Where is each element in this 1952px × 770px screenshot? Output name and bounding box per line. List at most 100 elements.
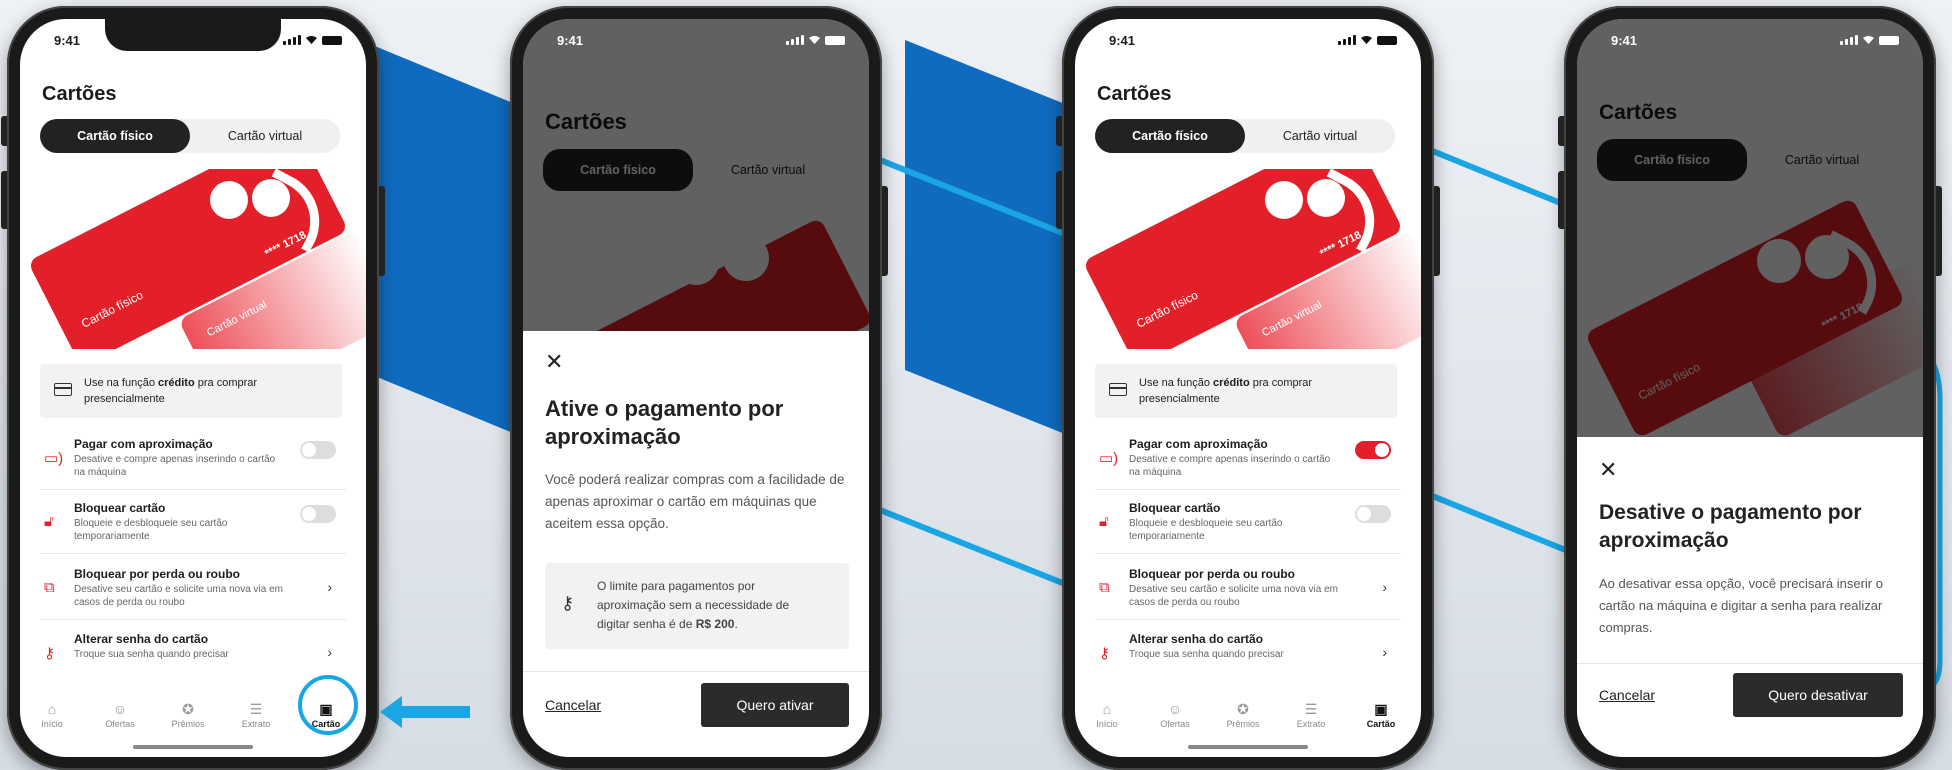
nav-offers[interactable]: ☺ Ofertas	[1145, 699, 1205, 729]
statement-icon: ☰	[1304, 701, 1318, 717]
activate-button[interactable]: Quero ativar	[701, 683, 849, 727]
status-bar: 9:41	[1577, 33, 1923, 53]
info-banner: Use na função crédito pra comprar presen…	[1095, 364, 1397, 418]
status-bar: 9:41	[1075, 33, 1421, 53]
contactless-toggle[interactable]	[300, 441, 336, 459]
tab-physical-card[interactable]: Cartão físico	[40, 119, 190, 153]
limit-text-end: .	[734, 617, 738, 631]
row-subtitle: Desative e compre apenas inserindo o car…	[1129, 454, 1331, 478]
status-time: 9:41	[1611, 33, 1638, 48]
row-change-password[interactable]: ⚷ Alterar senha do cartão Troque sua senha…	[40, 626, 346, 684]
status-time: 9:41	[1109, 33, 1136, 48]
divider	[1577, 663, 1923, 664]
highlight-ring	[298, 675, 358, 735]
row-subtitle: Desative seu cartão e solicite uma nova …	[74, 584, 283, 608]
nav-statement[interactable]: ☰ Extrato	[1281, 699, 1341, 729]
wifi-icon	[1361, 36, 1372, 44]
nav-label: Início	[41, 719, 63, 729]
close-icon[interactable]: ✕	[545, 349, 563, 375]
signal-icon	[1840, 35, 1858, 45]
row-change-password[interactable]: ⚷ Alterar senha do cartão Troque sua senha…	[1095, 626, 1401, 684]
row-block-card[interactable]: 🔓︎ Bloquear cartão Bloqueie e desbloqueie …	[1095, 495, 1401, 554]
side-button	[1056, 116, 1062, 146]
offers-icon: ☺	[1167, 701, 1183, 717]
nav-rewards[interactable]: ✪ Prêmios	[1213, 699, 1273, 729]
status-bar: 9:41	[523, 33, 869, 53]
cards-icon: ⧉	[44, 579, 55, 596]
block-toggle[interactable]	[1355, 505, 1391, 523]
cancel-button[interactable]: Cancelar	[1599, 687, 1655, 703]
info-text: Use na função	[84, 377, 158, 389]
phone-4: 9:41 Cartões Cartão físico Cartão virtua…	[1558, 6, 1942, 770]
sheet-body: Você poderá realizar compras com a facil…	[545, 472, 845, 531]
battery-icon	[825, 35, 845, 45]
nav-label: Ofertas	[1160, 719, 1190, 729]
key-icon: ⚷	[561, 593, 575, 613]
nav-home[interactable]: ⌂ Início	[22, 699, 82, 729]
contactless-icon: ▭)	[1099, 450, 1119, 467]
phone-2: 9:41 Cartões Cartão físico Cartão virtua…	[510, 6, 888, 770]
virtual-card-label: Cartão virtual	[1260, 298, 1324, 340]
side-button	[882, 186, 888, 276]
side-button	[1434, 186, 1440, 276]
virtual-card-label: Cartão virtual	[205, 298, 269, 340]
rewards-icon: ✪	[182, 701, 194, 717]
home-indicator	[133, 745, 253, 749]
cancel-button[interactable]: Cancelar	[545, 697, 601, 713]
nav-home[interactable]: ⌂ Início	[1077, 699, 1137, 729]
logo-circle	[210, 181, 248, 219]
row-lost-stolen[interactable]: ⧉ Bloquear por perda ou roubo Desative seu…	[40, 561, 346, 620]
offers-icon: ☺	[112, 701, 128, 717]
info-bold: crédito	[1213, 377, 1250, 389]
row-title: Alterar senha do cartão	[1129, 632, 1264, 646]
home-indicator	[1188, 745, 1308, 749]
tab-virtual-card[interactable]: Cartão virtual	[190, 119, 340, 153]
row-contactless[interactable]: ▭) Pagar com aproximação Desative e compre…	[1095, 431, 1401, 490]
side-button	[1, 116, 7, 146]
deactivate-sheet: ✕ Desative o pagamento por aproximação A…	[1577, 437, 1923, 757]
info-banner: Use na função crédito pra comprar presen…	[40, 364, 342, 418]
nav-offers[interactable]: ☺ Ofertas	[90, 699, 150, 729]
row-lost-stolen[interactable]: ⧉ Bloquear por perda ou roubo Desative seu…	[1095, 561, 1401, 620]
block-toggle[interactable]	[300, 505, 336, 523]
row-subtitle: Bloqueie e desbloqueie seu cartão tempor…	[1129, 518, 1283, 542]
wifi-icon	[306, 36, 317, 44]
nav-statement[interactable]: ☰ Extrato	[226, 699, 286, 729]
info-bold: crédito	[158, 377, 195, 389]
physical-card-label: Cartão físico	[1133, 287, 1201, 331]
phone-1: 9:41 Cartões Cartão físico Cartão virtua…	[1, 6, 385, 770]
nav-label: Cartão	[1366, 719, 1396, 729]
side-button	[1936, 186, 1942, 276]
side-button	[1, 171, 7, 229]
notch	[105, 19, 281, 51]
nav-label: Prêmios	[171, 719, 205, 729]
tab-virtual-card[interactable]: Cartão virtual	[1245, 119, 1395, 153]
deactivate-button[interactable]: Quero desativar	[1733, 673, 1903, 717]
tab-physical-card[interactable]: Cartão físico	[1095, 119, 1245, 153]
rewards-icon: ✪	[1237, 701, 1249, 717]
row-subtitle: Bloqueie e desbloqueie seu cartão tempor…	[74, 518, 228, 542]
close-icon[interactable]: ✕	[1599, 457, 1617, 483]
nav-rewards[interactable]: ✪ Prêmios	[158, 699, 218, 729]
pointer-arrow-icon	[380, 696, 470, 728]
card-nav-icon: ▣	[1374, 701, 1388, 717]
row-title: Bloquear cartão	[74, 501, 166, 515]
row-contactless[interactable]: ▭) Pagar com aproximação Desative e compre…	[40, 431, 346, 490]
card-type-tabs: Cartão físico Cartão virtual	[40, 119, 340, 153]
sheet-title: Desative o pagamento por aproximação	[1599, 501, 1862, 552]
limit-text: O limite para pagamentos por aproximação…	[597, 579, 790, 631]
card-illustration: Cartão virtual Cartão físico**** 1718	[20, 169, 366, 349]
nav-card[interactable]: ▣ Cartão	[1351, 699, 1411, 729]
side-button	[1558, 171, 1564, 229]
card-illustration: Cartão virtual Cartão físico**** 1718	[1075, 169, 1421, 349]
app-screen: 9:41 Cartões Cartão físico Cartão virtua…	[523, 19, 869, 757]
row-title: Bloquear por perda ou roubo	[74, 567, 241, 581]
nav-label: Início	[1096, 719, 1118, 729]
row-subtitle: Troque sua senha quando precisar	[1129, 649, 1284, 660]
row-block-card[interactable]: 🔓︎ Bloquear cartão Bloqueie e desbloqueie …	[40, 495, 346, 554]
signal-icon	[786, 35, 804, 45]
nav-label: Extrato	[1296, 719, 1326, 729]
row-title: Pagar com aproximação	[74, 437, 213, 451]
page-title: Cartões	[42, 83, 117, 105]
contactless-toggle[interactable]	[1355, 441, 1391, 459]
